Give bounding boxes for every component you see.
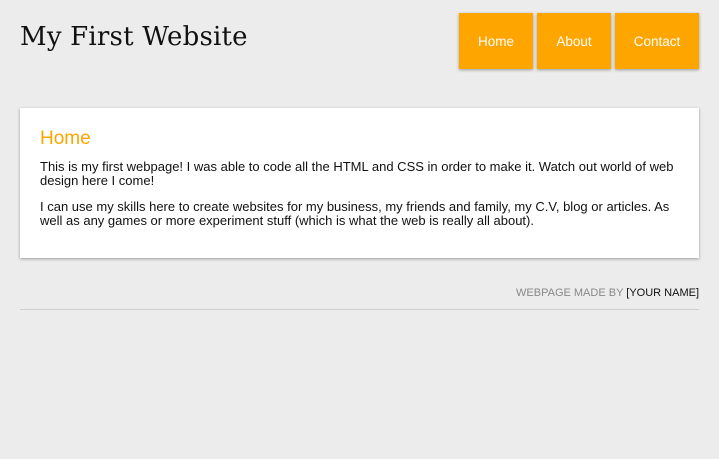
main-nav: Home About Contact [459,13,699,69]
nav-contact-button[interactable]: Contact [615,13,699,69]
nav-about-button[interactable]: About [537,13,611,69]
site-header: My First Website Home About Contact [0,0,719,80]
footer-author-name: [YOUR NAME] [626,287,699,299]
site-footer: WEBPAGE MADE BY [YOUR NAME] [20,287,699,310]
site-title: My First Website [20,22,248,52]
skills-paragraph: I can use my skills here to create websi… [40,199,670,228]
nav-home-button[interactable]: Home [459,13,533,69]
content-card: Home This is my first webpage! I was abl… [20,108,699,258]
footer-made-by: WEBPAGE MADE BY [516,287,627,299]
section-heading: Home [40,128,91,149]
intro-paragraph: This is my first webpage! I was able to … [40,159,674,188]
